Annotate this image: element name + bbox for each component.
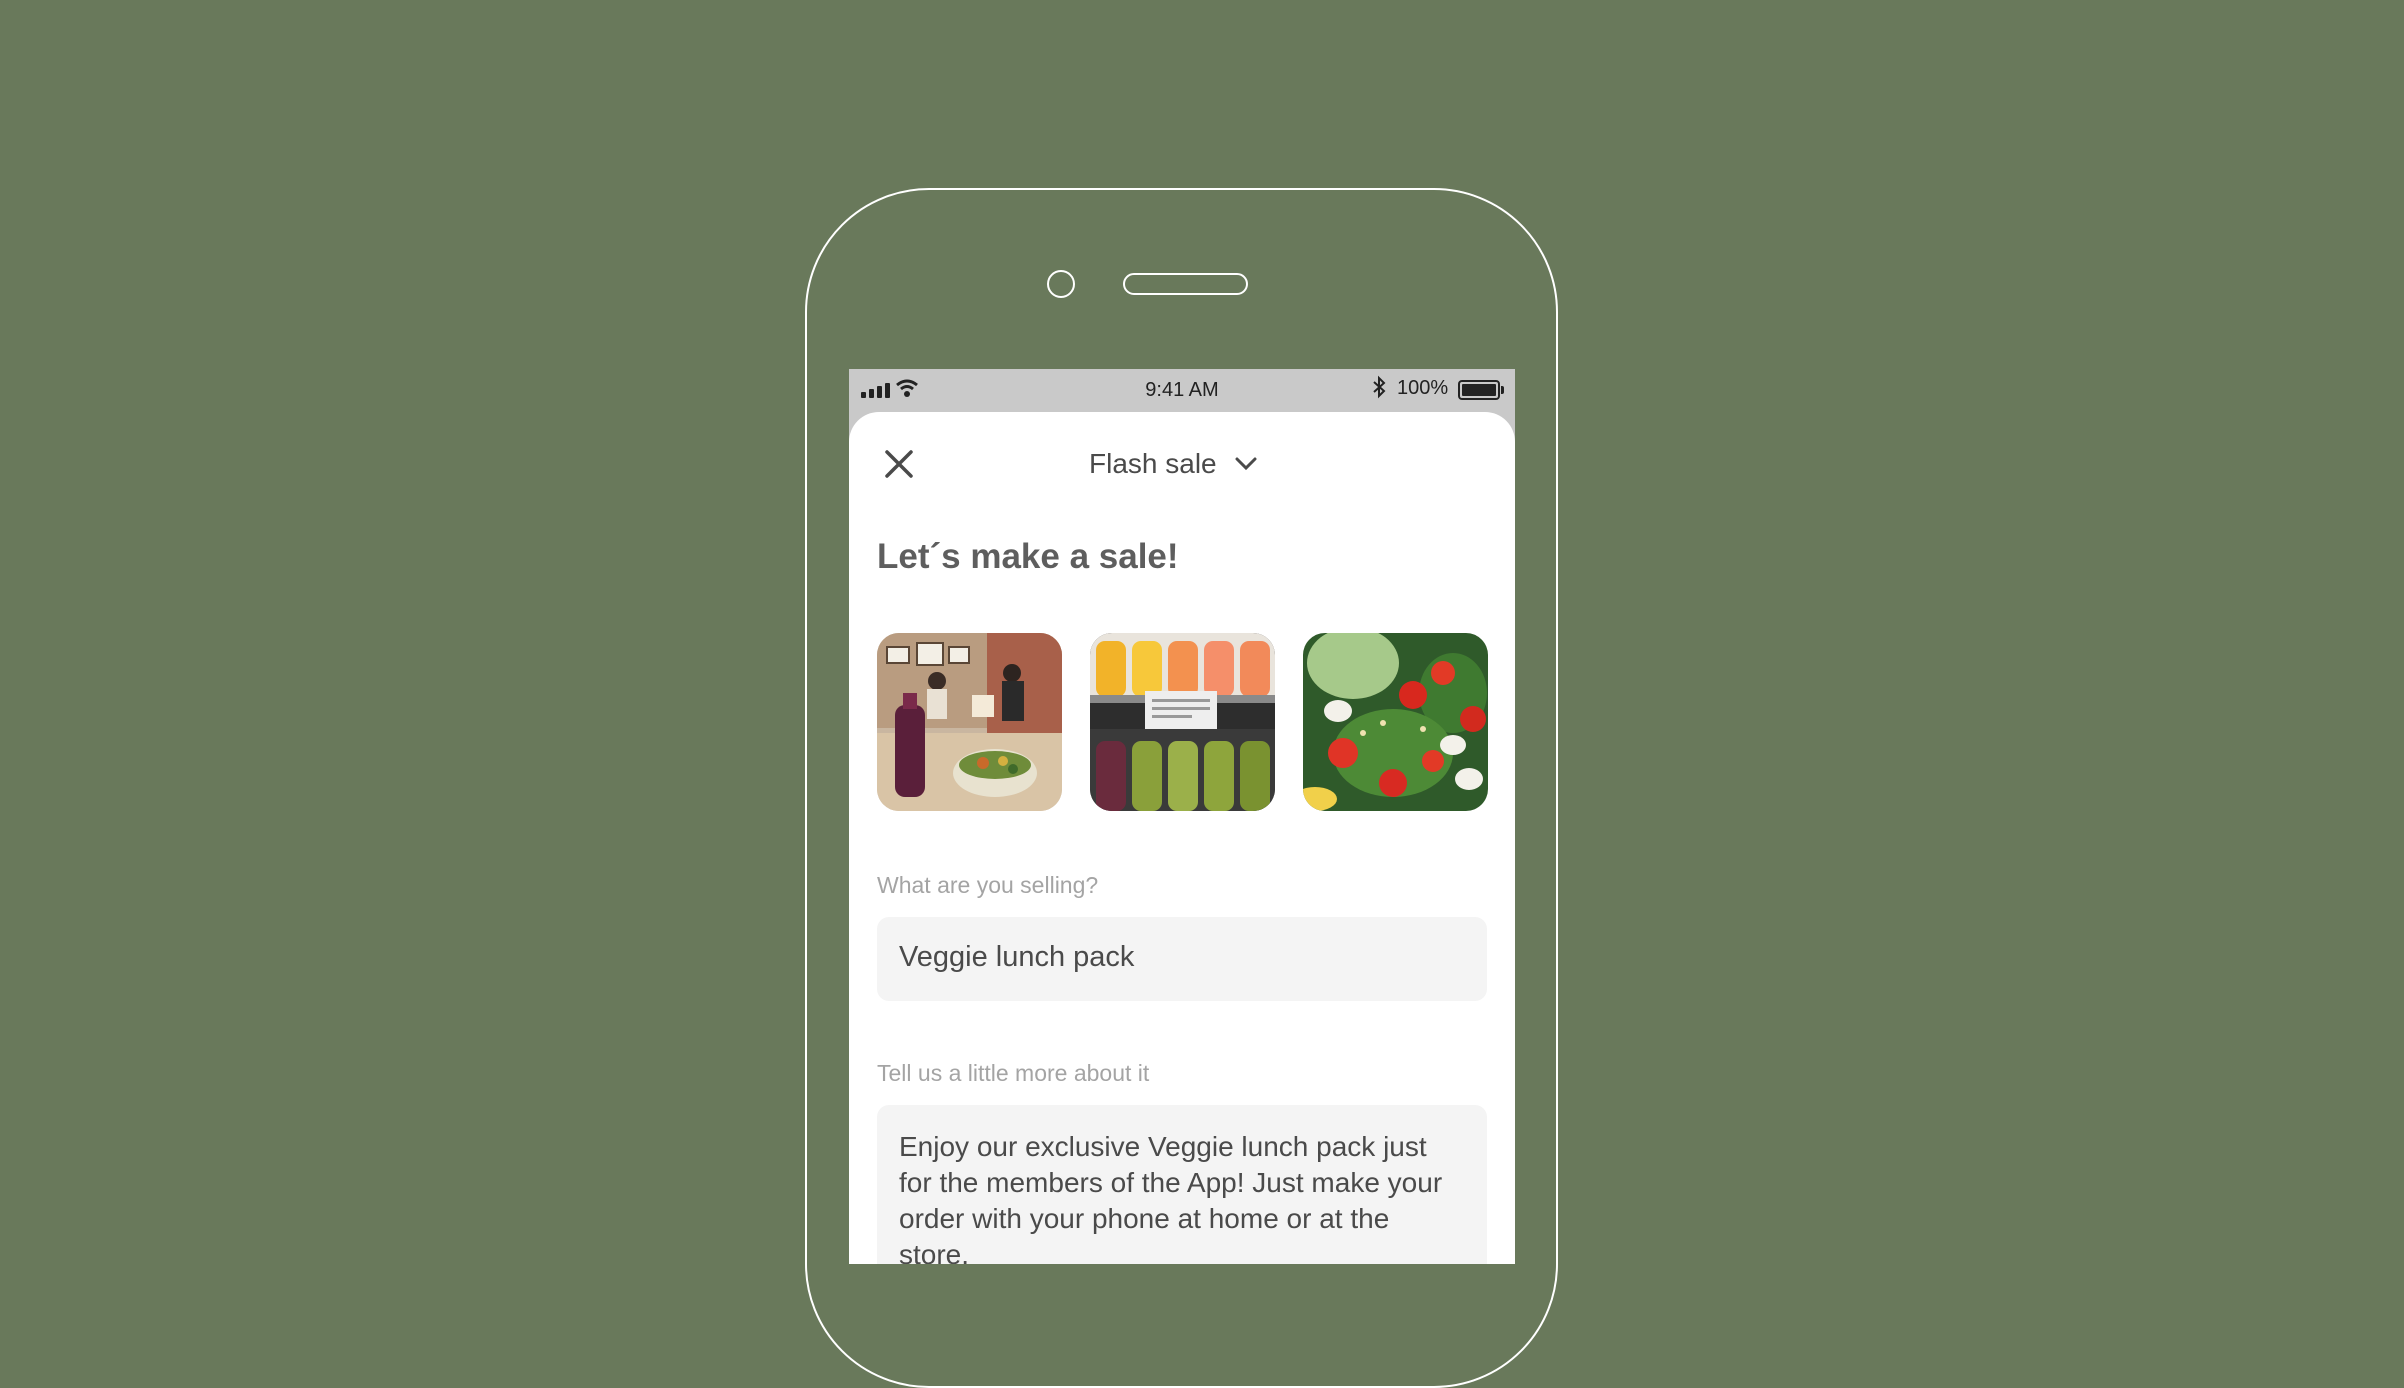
earpiece-speaker	[1123, 273, 1248, 295]
salad-photo[interactable]	[1303, 633, 1488, 811]
product-name-input[interactable]: Veggie lunch pack	[877, 917, 1487, 1001]
chevron-down-icon	[1235, 457, 1257, 471]
product-field-label: What are you selling?	[877, 872, 1099, 898]
juice-bottles-photo[interactable]	[1090, 633, 1275, 811]
description-field-label: Tell us a little more about it	[877, 1060, 1150, 1086]
description-textarea[interactable]: Enjoy our exclusive Veggie lunch pack ju…	[877, 1105, 1487, 1264]
photo-strip	[877, 633, 1488, 811]
close-icon	[885, 450, 913, 478]
phone-screen: 9:41 AM 100% Flash sale Let´s make a sal…	[849, 369, 1515, 1264]
bluetooth-icon	[1373, 375, 1386, 399]
page-heading: Let´s make a sale!	[877, 537, 1179, 576]
close-button[interactable]	[879, 444, 919, 484]
battery-icon	[1458, 380, 1500, 400]
cafe-photo[interactable]	[877, 633, 1062, 811]
flash-sale-sheet: Flash sale Let´s make a sale! What are y…	[849, 412, 1515, 1264]
battery-tip	[1501, 386, 1504, 394]
sale-type-dropdown[interactable]: Flash sale	[1089, 444, 1257, 484]
sheet-title: Flash sale	[1089, 448, 1217, 479]
status-bar: 9:41 AM 100%	[849, 369, 1515, 412]
front-camera	[1047, 270, 1075, 298]
battery-percent: 100%	[1397, 377, 1449, 399]
